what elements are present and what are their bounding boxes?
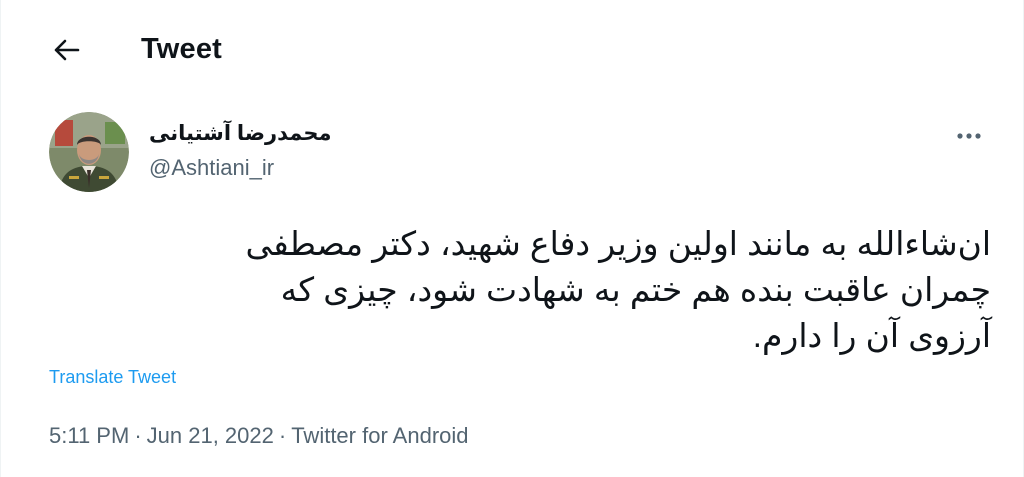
- translate-tweet-link[interactable]: Translate Tweet: [49, 367, 176, 388]
- separator-dot: ·: [134, 423, 142, 448]
- tweet-time[interactable]: 5:11 PM: [49, 423, 129, 448]
- page-header: Tweet: [1, 0, 1023, 96]
- tweet-text-line: ان‌شاءالله به مانند اولین وزیر دفاع شهید…: [245, 225, 991, 262]
- back-button[interactable]: [45, 30, 89, 74]
- arrow-left-icon: [54, 39, 80, 66]
- author-display-name[interactable]: محمدرضا آشتیانی: [149, 121, 331, 146]
- page-title: Tweet: [141, 33, 223, 65]
- avatar[interactable]: [49, 112, 129, 192]
- tweet-text-line: چمران عاقبت بنده هم ختم به شهادت شود، چی…: [280, 271, 991, 308]
- tweet-source[interactable]: Twitter for Android: [291, 423, 468, 448]
- author-handle[interactable]: @Ashtiani_ir: [149, 155, 274, 181]
- separator-dot: ·: [278, 423, 287, 448]
- more-options-button[interactable]: [947, 118, 991, 154]
- tweet-date[interactable]: Jun 21, 2022: [147, 423, 274, 448]
- tweet-detail-page: Tweet محمدرضا آشتیانی @Ashtian: [0, 0, 1024, 477]
- tweet-text-line: آرزوی آن را دارم.: [752, 317, 991, 354]
- tweet-metadata: 5:11 PM · Jun 21, 2022 · Twitter for Android: [49, 423, 469, 449]
- tweet-text: ان‌شاءالله به مانند اولین وزیر دفاع شهید…: [61, 221, 991, 359]
- more-horizontal-icon: [956, 127, 982, 145]
